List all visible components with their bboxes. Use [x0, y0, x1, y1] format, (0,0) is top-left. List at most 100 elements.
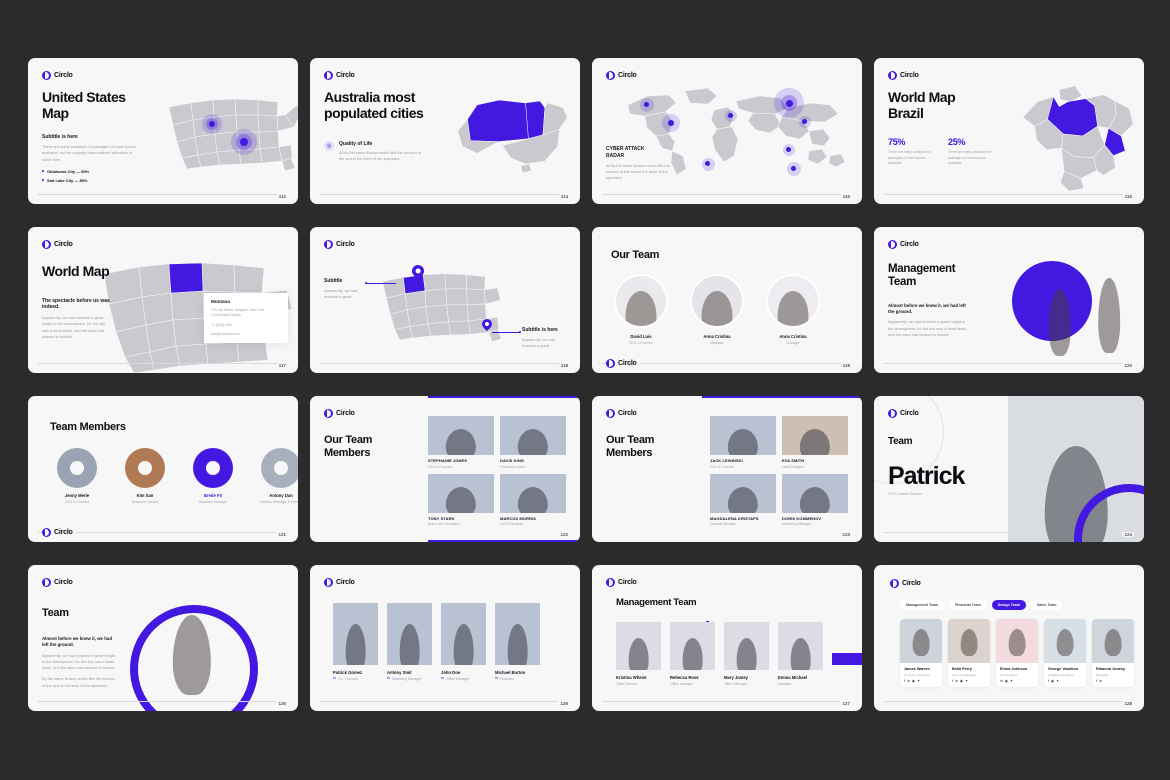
tab-financial-team[interactable]: Financial Team	[949, 600, 987, 610]
slide-world-map-montana[interactable]: Circlo Montana 123, My Street, Kingston,…	[28, 227, 298, 373]
member-role: Marketing Manager	[392, 676, 422, 681]
team-member-card[interactable]: Antony Dan Delivery Manager & Partner	[254, 448, 298, 504]
slide-title-line2: Members	[324, 446, 371, 459]
slide-our-team-members-2[interactable]: Circlo Our Team Members JACK LEWINSKI CEO…	[592, 396, 862, 542]
team-member-card[interactable]: John Doe in Office Manager	[441, 603, 486, 681]
tab-design-team[interactable]: Design Team	[991, 600, 1026, 610]
member-role: CEO & Founder	[64, 499, 90, 504]
team-member-card[interactable]: Kim San Business Director	[118, 448, 172, 504]
team-member-card[interactable]: Antony Smit in Marketing Manager	[387, 603, 432, 681]
team-member-card[interactable]: DAVIS KING Financial Leader	[500, 416, 566, 469]
slide-australia[interactable]: Circlo Australia most populated cities ◎ …	[310, 58, 580, 204]
slide-team-members-rings[interactable]: Team Members Jenny Merle CEO & Founder K…	[28, 396, 298, 542]
team-member-card[interactable]: STEPHANIE JONES CEO & Founder	[428, 416, 494, 469]
page-number: 119	[840, 363, 852, 368]
team-member-card[interactable]: DORIS KOMMENOV Marketing Manager	[782, 473, 848, 526]
twitter-icon[interactable]: ✦	[965, 679, 968, 683]
linkedin-icon[interactable]: in	[907, 679, 910, 683]
social-links[interactable]: f ◉ ✦	[1048, 679, 1082, 683]
team-member-card[interactable]: David Luis CEO & Founder	[614, 274, 668, 345]
facebook-icon[interactable]: f	[904, 679, 905, 683]
twitter-icon[interactable]: ✦	[1010, 679, 1013, 683]
member-photo	[778, 622, 823, 670]
team-member-card[interactable]: MARCUS MORRIS UI/UX Designer	[500, 473, 566, 526]
logo-text: Circlo	[336, 241, 355, 248]
team-member-card[interactable]: EVA SMITH Lead Designer	[782, 416, 848, 469]
team-member-card[interactable]: TONY STARK Brand and Strategies	[428, 473, 494, 526]
page-number: 124	[1122, 532, 1134, 537]
team-member-card[interactable]: Patrick Gomez in Co - Founder	[333, 603, 378, 681]
slide-us-callouts[interactable]: Circlo Subtitle Apparently, we had reach…	[310, 227, 580, 373]
callout-text: Apparently, we had reached a great.	[522, 336, 556, 348]
logo-mark-icon	[42, 71, 51, 80]
slide-subtitle: Almost before we knew it, we had left th…	[42, 635, 113, 647]
slide-brazil[interactable]: Circlo World Map Brazil 75% There are man…	[874, 58, 1144, 204]
slide-team-tabs[interactable]: Circlo Management Team Financial Team De…	[874, 565, 1144, 711]
logo-mark-icon	[324, 578, 333, 587]
facebook-icon[interactable]: f	[1048, 679, 1049, 683]
team-member-card[interactable]: Bella Perry Account Manager f in ◉ ✦	[948, 619, 990, 687]
tab-management-team[interactable]: Management Team	[900, 600, 945, 610]
logo: Circlo	[606, 578, 637, 587]
team-member-card[interactable]: Anna Cristina Manager	[766, 274, 820, 345]
tab-sales-team[interactable]: Sales Team	[1030, 600, 1063, 610]
slide-us-map[interactable]: Circlo United States Map Subtitle is her…	[28, 58, 298, 204]
slide-team-patrick[interactable]: Circlo Team Patrick CEO Creative Directo…	[874, 396, 1144, 542]
team-member-card[interactable]: Brede Fit Business Manager	[186, 448, 240, 504]
slide-management-team[interactable]: Circlo Management Team Almost before we k…	[874, 227, 1144, 373]
member-name: Anna Cristina	[703, 334, 731, 339]
page-number: 112	[276, 194, 288, 199]
team-member-card[interactable]: Emma Michael Manager	[778, 622, 823, 686]
callout-title: Subtitle is here	[522, 327, 558, 333]
twitter-icon[interactable]: ✦	[917, 679, 920, 683]
social-links[interactable]: f in	[1096, 679, 1130, 683]
team-member-card[interactable]: Anna Cristina Manager	[690, 274, 744, 345]
facebook-icon[interactable]: f	[1096, 679, 1097, 683]
radar-core	[791, 166, 796, 171]
us-map-graphic	[382, 273, 502, 342]
team-member-card[interactable]: Michael Burton in Financial	[495, 603, 540, 681]
member-photo	[387, 603, 432, 665]
slide-cyber-radar[interactable]: Circlo CYBER ATTACK RADAR All fly the sa…	[592, 58, 862, 204]
facebook-icon[interactable]: f	[952, 679, 953, 683]
logo-text: Circlo	[336, 72, 355, 79]
linkedin-icon[interactable]: in	[1000, 679, 1003, 683]
team-member-card[interactable]: Jenny Merle CEO & Founder	[50, 448, 104, 504]
person-role: CEO Creative Director	[888, 491, 922, 496]
slide-our-team-members-1[interactable]: Circlo Our Team Members STEPHANIE JONES C…	[310, 396, 580, 542]
slide-team-circle[interactable]: Circlo Team Almost before we knew it, we…	[28, 565, 298, 711]
australia-map-graphic	[457, 99, 568, 174]
slide-our-team[interactable]: Our Team David Luis CEO & Founder Anna C…	[592, 227, 862, 373]
member-role: Office Manager	[724, 681, 748, 686]
social-links[interactable]: f in ◉ ✦	[904, 679, 938, 683]
slide-body: There are many variations of passages of…	[42, 144, 136, 162]
footer-divider	[884, 701, 1134, 702]
team-member-card[interactable]: Mary Jamey Office Manager	[724, 622, 769, 686]
member-name: DAVIS KING	[500, 458, 525, 463]
team-member-card[interactable]: James Warren UI Senior Designer f in ◉ ✦	[900, 619, 942, 687]
team-member-card[interactable]: George Vandkon Graphics Designer f ◉ ✦	[1044, 619, 1086, 687]
slide-team-grid-4[interactable]: Circlo Patrick Gomez in Co - Founder Anto…	[310, 565, 580, 711]
member-role: Brand and Strategies	[428, 522, 460, 526]
logo-text: Circlo	[336, 410, 355, 417]
team-member-card[interactable]: MAGDALENA KRISTAPS General Manager	[710, 473, 776, 526]
instagram-icon[interactable]: ◉	[1051, 679, 1054, 683]
social-links[interactable]: in ◉ ✦	[1000, 679, 1034, 683]
instagram-icon[interactable]: ◉	[912, 679, 915, 683]
info-name: Montana	[211, 299, 230, 304]
team-member-card[interactable]: Elona Johnson UX Designer in ◉ ✦	[996, 619, 1038, 687]
instagram-icon[interactable]: ◉	[960, 679, 963, 683]
linkedin-icon[interactable]: in	[955, 679, 958, 683]
member-name: Elona Johnson	[1000, 667, 1028, 671]
linkedin-icon[interactable]: in	[1099, 679, 1102, 683]
team-member-card[interactable]: JACK LEWINSKI CEO & Founder	[710, 416, 776, 469]
social-links[interactable]: f in ◉ ✦	[952, 679, 986, 683]
team-member-card[interactable]: Rebecca Rose Office Manager	[670, 622, 715, 686]
montana-info-card[interactable]: Montana 123, My Street, Kingston, New Yo…	[204, 293, 288, 343]
twitter-icon[interactable]: ✦	[1056, 679, 1059, 683]
instagram-icon[interactable]: ◉	[1005, 679, 1008, 683]
member-role: CEO & Founder	[710, 464, 735, 469]
team-member-card[interactable]: Rihanna Jonesy Designer f in	[1092, 619, 1134, 687]
slide-management-team-grid[interactable]: Circlo Management Team Kristina Wheist T…	[592, 565, 862, 711]
team-member-card[interactable]: Kristina Wheist Team Director	[616, 622, 661, 686]
